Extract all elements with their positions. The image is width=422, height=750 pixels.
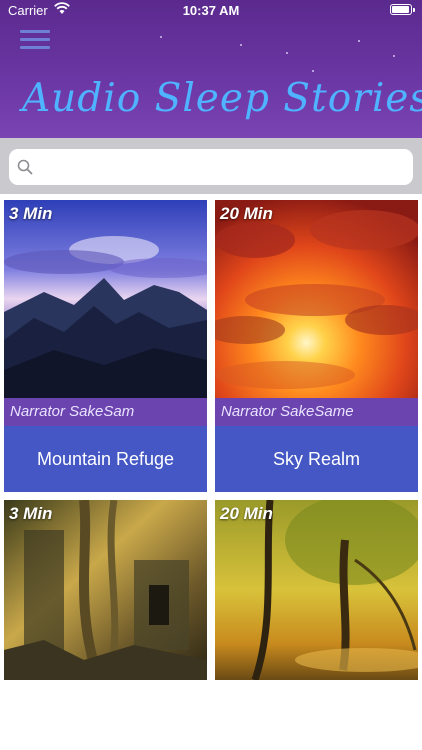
battery-icon [390,4,415,15]
search-field[interactable] [9,149,413,185]
status-time: 10:37 AM [182,3,240,18]
search-bar [0,138,422,194]
story-card[interactable]: 3 Min [4,500,207,680]
narrator-label: Narrator SakeSam [4,398,207,426]
story-thumbnail: 20 Min [215,200,418,398]
hamburger-menu-icon[interactable] [20,30,50,54]
story-card[interactable]: 20 Min [215,500,418,680]
duration-badge: 3 Min [9,504,53,523]
duration-badge: 20 Min [220,504,273,523]
story-title: Sky Realm [215,426,418,492]
story-card[interactable]: 3 Min Narrator SakeSam Mountain Refuge [4,200,207,492]
story-card[interactable]: 20 Min Narrator SakeSame Sky Realm [215,200,418,492]
search-input[interactable] [39,157,413,177]
search-icon [17,159,33,175]
narrator-label: Narrator SakeSame [215,398,418,426]
duration-badge: 3 Min [9,204,53,223]
story-thumbnail: 3 Min [4,200,207,398]
duration-badge: 20 Min [220,204,273,223]
story-title: Mountain Refuge [4,426,207,492]
story-thumbnail: 20 Min [215,500,418,680]
page-title: Audio Sleep Stories [22,76,422,121]
app-header: Carrier 10:37 AM Audio Sleep Stories [0,0,422,138]
story-thumbnail: 3 Min [4,500,207,680]
status-bar: Carrier 10:37 AM [0,0,422,22]
